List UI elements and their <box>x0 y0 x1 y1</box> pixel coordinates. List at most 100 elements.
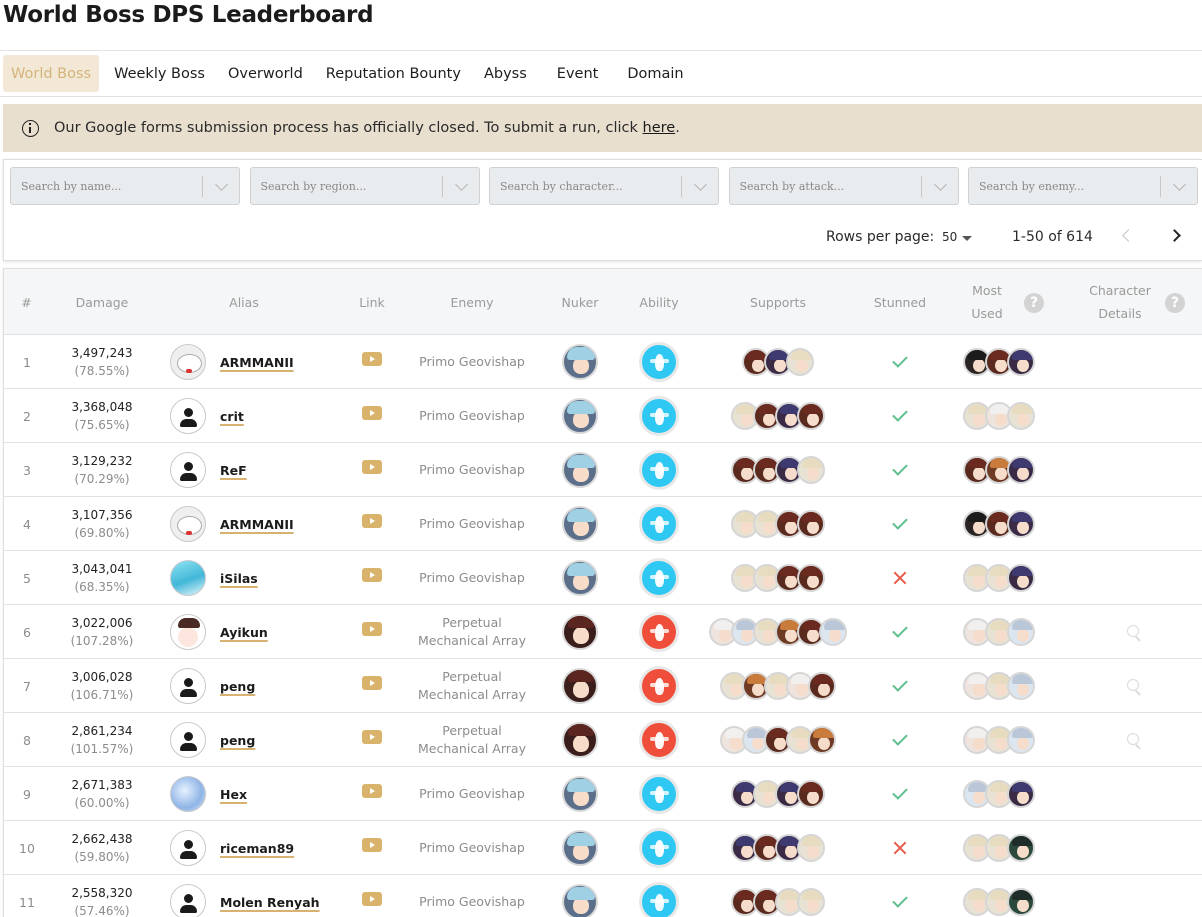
nuker-character-icon[interactable] <box>562 776 598 812</box>
most-used-character-icon[interactable] <box>1007 348 1035 376</box>
alias-link[interactable]: ARMMANII <box>220 355 294 370</box>
ability-icon[interactable] <box>639 504 679 544</box>
nuker-character-icon[interactable] <box>562 722 598 758</box>
ability-icon[interactable] <box>639 774 679 814</box>
support-character-icon[interactable] <box>786 348 814 376</box>
ability-icon[interactable] <box>639 666 679 706</box>
alias-link[interactable]: Hex <box>220 787 247 802</box>
youtube-link-icon[interactable] <box>362 892 382 906</box>
support-character-icon[interactable] <box>808 672 836 700</box>
nuker-character-icon[interactable] <box>562 344 598 380</box>
youtube-link-icon[interactable] <box>362 460 382 474</box>
col-ability[interactable]: Ability <box>629 291 689 314</box>
zoom-icon[interactable] <box>1126 678 1139 691</box>
tab-domain[interactable]: Domain <box>619 55 691 92</box>
alias-link[interactable]: riceman89 <box>220 841 294 856</box>
col-details-line2[interactable]: Details <box>1084 302 1156 325</box>
youtube-link-icon[interactable] <box>362 406 382 420</box>
alias-link[interactable]: ReF <box>220 463 247 478</box>
most-used-character-icon[interactable] <box>1007 726 1035 754</box>
filter-region-select[interactable]: Search by region... <box>249 167 480 205</box>
most-used-character-icon[interactable] <box>1007 834 1035 862</box>
filter-enemy-select[interactable]: Search by enemy... <box>968 167 1198 205</box>
col-enemy[interactable]: Enemy <box>432 291 512 314</box>
nuker-character-icon[interactable] <box>562 560 598 596</box>
alias-link[interactable]: peng <box>220 679 255 694</box>
nuker-character-icon[interactable] <box>562 614 598 650</box>
ability-icon[interactable] <box>639 450 679 490</box>
ability-icon[interactable] <box>639 882 679 917</box>
filter-name-select[interactable]: Search by name... <box>10 167 240 205</box>
table-row[interactable]: 6 3,022,006 (107.28%) Ayikun Perpetual Mec… <box>4 605 1202 659</box>
nuker-character-icon[interactable] <box>562 668 598 704</box>
ability-icon[interactable] <box>639 720 679 760</box>
col-rank[interactable]: # <box>14 291 39 314</box>
youtube-link-icon[interactable] <box>362 568 382 582</box>
youtube-link-icon[interactable] <box>362 352 382 366</box>
tab-overworld[interactable]: Overworld <box>220 55 311 92</box>
filter-attack-select[interactable]: Search by attack... <box>728 167 959 205</box>
youtube-link-icon[interactable] <box>362 676 382 690</box>
support-character-icon[interactable] <box>797 834 825 862</box>
table-row[interactable]: 3 3,129,232 (70.29%) ReF Primo Geovishap <box>4 443 1202 497</box>
chevron-right-icon[interactable] <box>1168 229 1181 242</box>
table-row[interactable]: 11 2,558,320 (57.46%) Molen Renyah Primo … <box>4 875 1202 917</box>
youtube-link-icon[interactable] <box>362 622 382 636</box>
ability-icon[interactable] <box>639 558 679 598</box>
alias-link[interactable]: iSilas <box>220 571 258 586</box>
most-used-character-icon[interactable] <box>1007 456 1035 484</box>
table-row[interactable]: 8 2,861,234 (101.57%) peng Perpetual Mecha… <box>4 713 1202 767</box>
support-character-icon[interactable] <box>797 456 825 484</box>
filter-character-select[interactable]: Search by character... <box>489 167 719 205</box>
support-character-icon[interactable] <box>797 510 825 538</box>
most-used-character-icon[interactable] <box>1007 402 1035 430</box>
youtube-link-icon[interactable] <box>362 784 382 798</box>
caret-down-icon[interactable] <box>962 236 972 241</box>
table-row[interactable]: 10 2,662,438 (59.80%) riceman89 Primo Geo… <box>4 821 1202 875</box>
table-row[interactable]: 5 3,043,041 (68.35%) iSilas Primo Geovish… <box>4 551 1202 605</box>
support-character-icon[interactable] <box>797 402 825 430</box>
youtube-link-icon[interactable] <box>362 730 382 744</box>
help-icon[interactable]: ? <box>1024 293 1044 313</box>
zoom-icon[interactable] <box>1126 732 1139 745</box>
support-character-icon[interactable] <box>819 618 847 646</box>
support-character-icon[interactable] <box>797 564 825 592</box>
nuker-character-icon[interactable] <box>562 830 598 866</box>
most-used-character-icon[interactable] <box>1007 510 1035 538</box>
nuker-character-icon[interactable] <box>562 398 598 434</box>
table-row[interactable]: 9 2,671,383 (60.00%) Hex Primo Geovishap <box>4 767 1202 821</box>
table-row[interactable]: 1 3,497,243 (78.55%) ARMMANII Primo Geovi… <box>4 335 1202 389</box>
chevron-left-icon[interactable] <box>1122 229 1135 242</box>
most-used-character-icon[interactable] <box>1007 618 1035 646</box>
most-used-character-icon[interactable] <box>1007 888 1035 916</box>
notice-link-here[interactable]: here <box>643 120 676 136</box>
most-used-character-icon[interactable] <box>1007 672 1035 700</box>
help-icon[interactable]: ? <box>1165 293 1185 313</box>
rows-per-page-select[interactable]: 50 <box>942 230 957 244</box>
chevron-down-icon[interactable] <box>694 178 707 191</box>
table-row[interactable]: 7 3,006,028 (106.71%) peng Perpetual Mecha… <box>4 659 1202 713</box>
col-link[interactable]: Link <box>347 291 397 314</box>
youtube-link-icon[interactable] <box>362 838 382 852</box>
most-used-character-icon[interactable] <box>1007 564 1035 592</box>
col-details-line1[interactable]: Character <box>1084 279 1156 302</box>
chevron-down-icon[interactable] <box>215 178 228 191</box>
tab-reputation-bounty[interactable]: Reputation Bounty <box>318 55 469 92</box>
table-row[interactable]: 2 3,368,048 (75.65%) crit Primo Geovishap <box>4 389 1202 443</box>
tab-world-boss[interactable]: World Boss <box>3 55 100 92</box>
col-damage[interactable]: Damage <box>62 291 142 314</box>
ability-icon[interactable] <box>639 612 679 652</box>
col-alias[interactable]: Alias <box>204 291 284 314</box>
col-nuker[interactable]: Nuker <box>550 291 610 314</box>
col-most-used-line2[interactable]: Used <box>962 302 1012 325</box>
nuker-character-icon[interactable] <box>562 452 598 488</box>
alias-link[interactable]: peng <box>220 733 255 748</box>
support-character-icon[interactable] <box>797 780 825 808</box>
ability-icon[interactable] <box>639 828 679 868</box>
chevron-down-icon[interactable] <box>1173 178 1186 191</box>
support-character-icon[interactable] <box>797 888 825 916</box>
col-stunned[interactable]: Stunned <box>860 291 940 314</box>
tab-abyss[interactable]: Abyss <box>476 55 535 92</box>
table-row[interactable]: 4 3,107,356 (69.80%) ARMMANII Primo Geovi… <box>4 497 1202 551</box>
tab-weekly-boss[interactable]: Weekly Boss <box>106 55 213 92</box>
